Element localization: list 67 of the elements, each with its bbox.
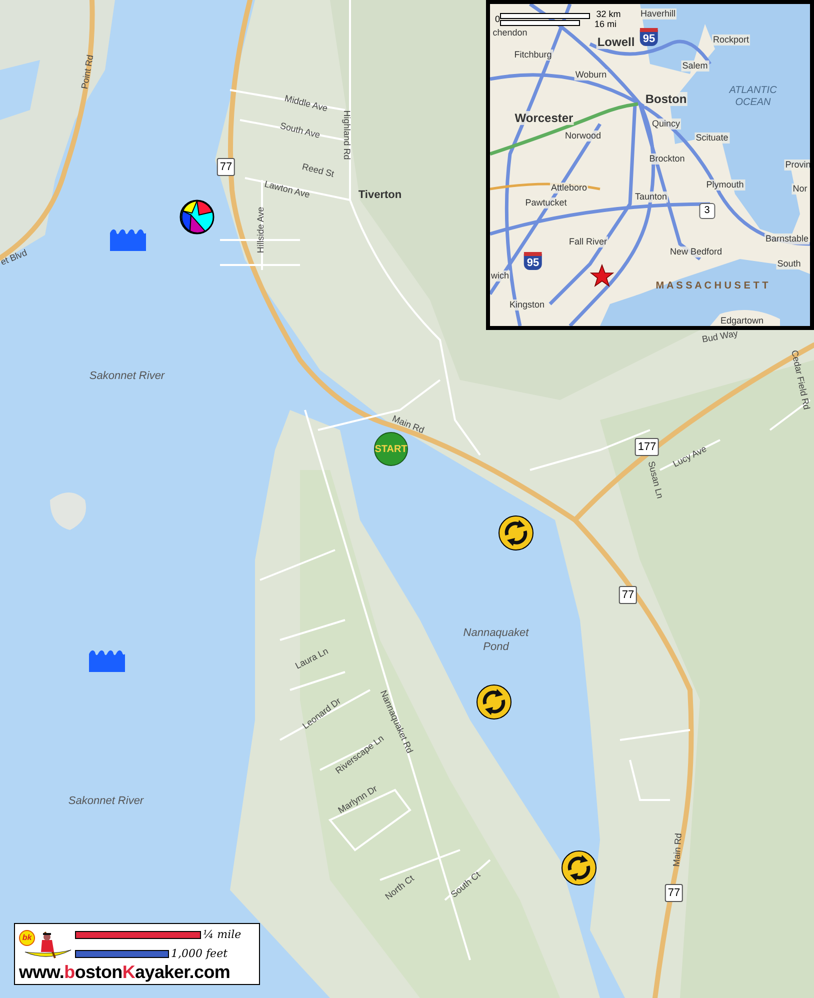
beach-ball-icon [179,199,215,235]
scale-label: 32 km [596,9,621,19]
water-label: Sakonnet River [88,369,166,383]
city-label: Plymouth [705,180,745,190]
street-label: Main Rd [670,832,684,868]
city-label: Brockton [648,154,686,164]
water-label: Sakonnet River [67,794,145,808]
street-label: Bud Way [701,327,739,346]
city-label: Attleboro [550,182,588,194]
waves-icon [89,648,125,672]
route-shield: 177 [634,438,660,456]
waves-icon [110,227,146,251]
street-label: Highland Rd [340,110,353,160]
city-label: Fall River [568,236,608,248]
logo-badge: bk [19,930,35,946]
scale-label: 16 mi [594,19,616,29]
cove-water [0,60,40,120]
city-label: Pawtucket [524,198,568,208]
route-shield: 3 [699,203,715,219]
star-icon [590,264,614,288]
city-label: Quincy [651,118,681,130]
city-label: Lowell [596,35,636,49]
city-label: Kingston [508,300,546,310]
street-label: et Blvd [0,246,30,270]
city-label: Salem [681,60,709,72]
circular-arrows-icon [476,684,512,720]
route-shield: 77 [664,884,684,902]
city-label: wich [490,270,510,282]
city-label: Rockport [712,34,750,46]
city-label: Provin [784,160,810,170]
street-label: Point Rd [78,54,96,90]
interstate-shield: 95 [640,28,658,46]
city-label: Fitchburg [513,50,553,60]
city-label: New Bedford [668,246,724,258]
street-label: Susan Ln [645,460,666,500]
interstate-shield: 95 [524,252,542,270]
city-label: Norwood [564,130,602,142]
city-label: Woburn [574,70,608,80]
city-label: Taunton [634,192,668,202]
street-label: Cedar Field Rd [788,349,813,411]
city-label: Haverhill [640,8,676,20]
scale-label: 0 [495,14,500,24]
water-label: Nannaquaket Pond [462,626,530,654]
city-label: South [776,258,802,270]
city-label: Boston [644,92,688,106]
street-label: Lucy Ave [670,442,710,472]
street-label: Middle Ave [283,92,329,116]
city-label: Scituate [694,132,730,144]
street-label: Hillside Ave [254,206,266,254]
street-label: South Ave [278,120,322,142]
city-label: Barnstable [764,234,810,244]
circular-arrows-icon [498,515,534,551]
state-label: M A S S A C H U S E T T [656,280,768,294]
route-shield: 77 [216,158,236,176]
route-shield: 77 [618,586,638,604]
city-label: Edgartown [719,316,765,326]
scale-label: 1,000 feet [171,946,228,962]
city-label: chendon [492,28,528,38]
street-label: Laura Ln [293,644,331,673]
city-label: Nor [792,184,808,194]
circular-arrows-icon [561,850,597,886]
city-label: Worcester [514,111,574,125]
town-label: Tiverton [358,188,402,203]
website-url: www.bostonKayaker.com [18,962,232,982]
scale-label: ¼ mile [203,926,242,943]
ocean-label: ATLANTIC OCEAN [728,85,778,109]
island [50,492,86,530]
